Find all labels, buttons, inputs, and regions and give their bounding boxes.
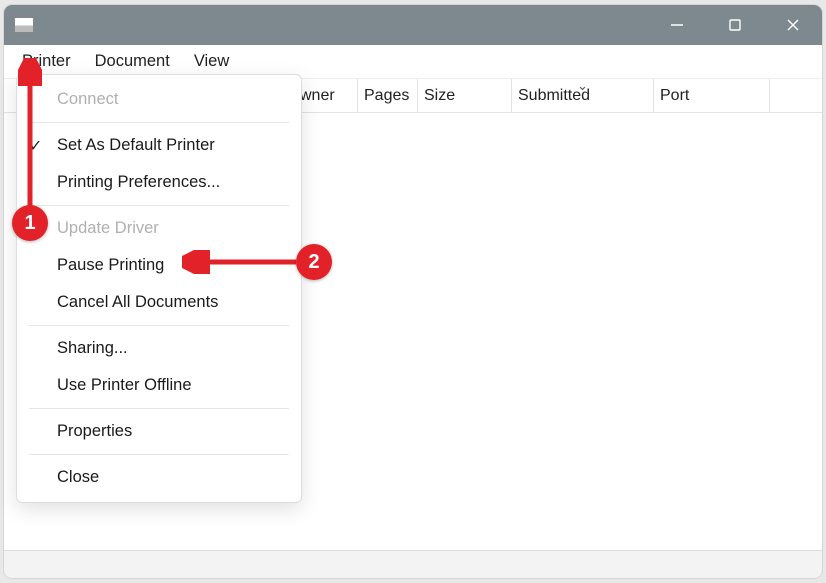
col-pages[interactable]: Pages	[358, 79, 418, 112]
menu-set-default-label: Set As Default Printer	[57, 136, 215, 155]
menu-separator	[29, 205, 289, 206]
menu-sharing[interactable]: Sharing...	[17, 330, 301, 367]
menu-document[interactable]: Document	[85, 48, 180, 75]
menu-offline[interactable]: Use Printer Offline	[17, 367, 301, 404]
menu-properties[interactable]: Properties	[17, 413, 301, 450]
col-port[interactable]: Port	[654, 79, 770, 112]
minimize-button[interactable]	[648, 5, 706, 45]
col-owner[interactable]: wner	[294, 79, 358, 112]
menu-cancel-all[interactable]: Cancel All Documents	[17, 284, 301, 321]
menu-set-default[interactable]: ✓ Set As Default Printer	[17, 127, 301, 164]
annotation-badge-2: 2	[296, 244, 332, 280]
window-controls	[648, 5, 822, 45]
menu-preferences[interactable]: Printing Preferences...	[17, 164, 301, 201]
close-button[interactable]	[764, 5, 822, 45]
menu-separator	[29, 325, 289, 326]
menu-view[interactable]: View	[184, 48, 239, 75]
menu-connect: Connect	[17, 81, 301, 118]
statusbar	[4, 550, 822, 578]
menu-printer[interactable]: Printer	[12, 48, 81, 75]
check-icon: ✓	[29, 136, 42, 156]
printer-icon	[14, 17, 34, 33]
titlebar[interactable]	[4, 5, 822, 45]
col-submitted[interactable]: ⌄ Submitted	[512, 79, 654, 112]
menu-pause-printing[interactable]: Pause Printing	[17, 247, 301, 284]
annotation-badge-1: 1	[12, 205, 48, 241]
menu-close[interactable]: Close	[17, 459, 301, 496]
maximize-button[interactable]	[706, 5, 764, 45]
menu-separator	[29, 122, 289, 123]
col-size[interactable]: Size	[418, 79, 512, 112]
menu-separator	[29, 454, 289, 455]
menu-separator	[29, 408, 289, 409]
sort-caret-icon: ⌄	[577, 78, 588, 94]
printer-menu-dropdown: Connect ✓ Set As Default Printer Printin…	[16, 74, 302, 503]
menu-update-driver: Update Driver	[17, 210, 301, 247]
